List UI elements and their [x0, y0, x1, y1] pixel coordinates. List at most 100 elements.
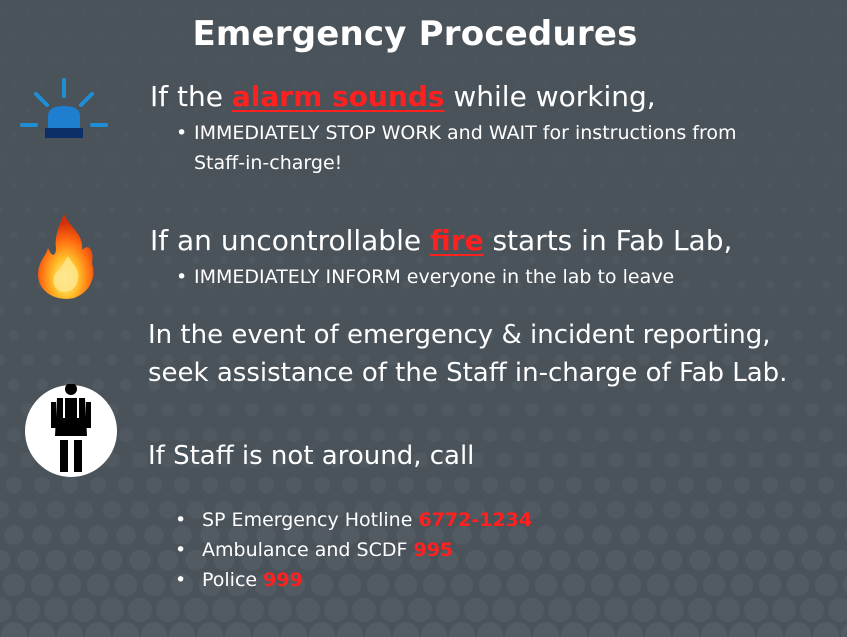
background-dot: [809, 7, 815, 13]
background-dot: [22, 354, 34, 366]
background-dot: [668, 256, 676, 264]
background-dot: [780, 256, 788, 264]
background-dot: [145, 476, 163, 494]
background-dot: [529, 57, 535, 63]
background-dot: [585, 157, 591, 163]
background-dot: [720, 452, 736, 468]
background-dot: [743, 597, 769, 623]
background-dot: [589, 622, 615, 637]
background-dot: [613, 57, 619, 63]
background-dot: [723, 305, 733, 315]
background-dot: [235, 182, 241, 188]
background-dot: [0, 403, 7, 417]
police-number: 999: [263, 569, 303, 591]
background-dot: [450, 573, 474, 597]
background-dot: [365, 622, 391, 637]
background-dot: [74, 500, 94, 520]
background-dot: [786, 573, 810, 597]
background-dot: [123, 182, 129, 188]
background-dot: [134, 354, 146, 366]
background-dot: [738, 231, 746, 239]
background-dot: [620, 525, 640, 545]
background-dot: [802, 500, 822, 520]
background-dot: [781, 7, 787, 13]
background-dot: [721, 403, 735, 417]
reporting-line-1: In the event of emergency & incident rep…: [148, 320, 771, 350]
background-dot: [790, 427, 806, 443]
background-dot: [263, 182, 269, 188]
background-dot: [472, 256, 480, 264]
background-dot: [639, 305, 649, 315]
background-dot: [165, 157, 171, 163]
background-dot: [53, 157, 59, 163]
background-dot: [767, 82, 773, 88]
background-dot: [155, 597, 181, 623]
background-dot: [524, 452, 540, 468]
background-dot: [561, 622, 587, 637]
fire-icon: [38, 214, 94, 299]
background-dot: [116, 525, 136, 545]
background-dot: [276, 206, 284, 214]
background-dot: [197, 622, 223, 637]
background-dot: [92, 329, 104, 341]
background-dot: [179, 182, 185, 188]
background-dot: [375, 182, 381, 188]
background-dot: [73, 549, 95, 571]
background-dot: [253, 622, 279, 637]
background-dot: [501, 7, 507, 13]
background-dot: [606, 500, 626, 520]
background-dot: [788, 525, 808, 545]
background-dot: [814, 573, 838, 597]
background-dot: [151, 182, 157, 188]
background-dot: [674, 573, 698, 597]
page-title: Emergency Procedures: [192, 14, 638, 54]
background-dot: [640, 206, 648, 214]
background-dot: [641, 157, 647, 163]
background-dot: [794, 231, 802, 239]
background-dot: [785, 622, 811, 637]
background-dot: [641, 7, 647, 13]
bullet-dot: •: [175, 569, 187, 591]
background-dot: [525, 403, 539, 417]
background-dot: [636, 452, 652, 468]
background-dot: [137, 7, 143, 13]
background-dot: [394, 573, 418, 597]
fire-heading: If an uncontrollable fire starts in Fab …: [150, 224, 732, 257]
background-dot: [24, 256, 32, 264]
background-dot: [697, 157, 703, 163]
background-dot: [109, 107, 115, 113]
ambulance-label: Ambulance and SCDF: [202, 539, 414, 561]
background-dot: [60, 525, 80, 545]
background-dot: [4, 525, 24, 545]
background-dot: [618, 573, 642, 597]
background-dot: [820, 329, 832, 341]
background-dot: [581, 403, 595, 417]
background-dot: [753, 157, 759, 163]
background-dot: [729, 622, 755, 637]
background-dot: [67, 182, 73, 188]
background-dot: [697, 7, 703, 13]
background-dot: [550, 500, 570, 520]
background-dot: [807, 305, 817, 315]
background-dot: [748, 452, 764, 468]
background-dot: [809, 57, 815, 63]
background-dot: [557, 7, 563, 13]
background-dot: [108, 256, 116, 264]
alarm-heading: If the alarm sounds while working,: [150, 80, 656, 113]
background-dot: [211, 597, 237, 623]
background-dot: [443, 305, 453, 315]
background-dot: [275, 305, 285, 315]
background-dot: [144, 525, 164, 545]
background-dot: [129, 549, 151, 571]
hotline-number: 6772-1234: [418, 509, 533, 531]
background-dot: [0, 7, 3, 13]
background-dot: [565, 476, 583, 494]
background-dot: [491, 597, 517, 623]
background-dot: [332, 256, 340, 264]
background-dot: [693, 403, 707, 417]
background-dot: [0, 354, 6, 366]
background-dot: [5, 476, 23, 494]
background-dot: [808, 256, 816, 264]
background-dot: [718, 500, 738, 520]
background-dot: [109, 57, 115, 63]
